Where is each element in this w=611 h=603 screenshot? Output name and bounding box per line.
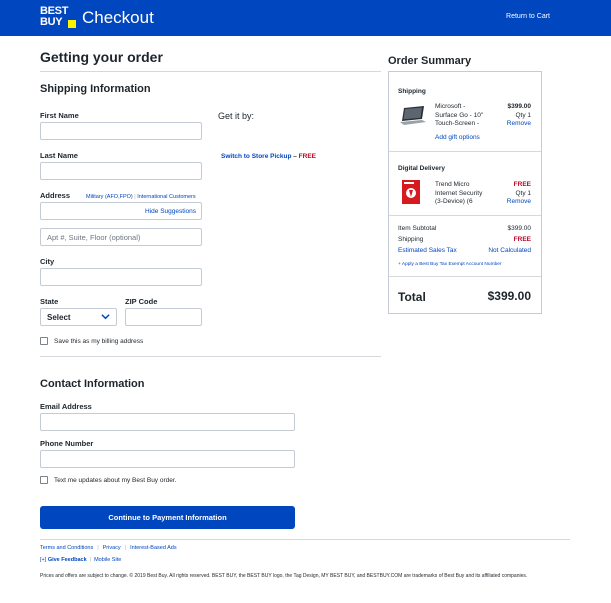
summary-digital-section: Digital Delivery	[398, 165, 445, 172]
apt-suite-placeholder: Apt #, Suite, Floor (optional)	[47, 233, 141, 242]
item1-name[interactable]: Microsoft - Surface Go - 10" Touch-Scree…	[435, 103, 491, 129]
subtotal-label: Item Subtotal	[398, 225, 437, 232]
item2-name-line: (3-Device) (6	[435, 198, 473, 205]
billing-address-checkbox[interactable]	[40, 337, 48, 345]
email-label: Email Address	[40, 402, 92, 411]
last-name-field[interactable]	[40, 162, 202, 180]
total-value: $399.00	[487, 289, 531, 303]
order-summary-panel: Shipping Microsoft - Surface Go - 10" To…	[388, 71, 542, 314]
state-selected-value: Select	[47, 313, 71, 322]
laptop-product-icon	[400, 106, 426, 125]
footer-separator: |	[124, 545, 127, 551]
zip-code-field[interactable]	[125, 308, 202, 326]
get-it-by-label: Get it by:	[218, 111, 255, 121]
item2-price-block: FREE Qty 1 Remove	[507, 181, 531, 207]
zip-code-label: ZIP Code	[125, 297, 158, 306]
pickup-dash: –	[291, 153, 299, 160]
mobile-site-link[interactable]: Mobile Site	[94, 557, 121, 563]
summary-divider	[389, 276, 541, 277]
summary-shipping-section: Shipping	[398, 88, 426, 95]
best-buy-logo[interactable]: BEST BUY	[40, 6, 78, 30]
shipping-cost-label: Shipping	[398, 236, 424, 243]
tax-exempt-link[interactable]: + Apply a Best Buy Tax Exempt Account Nu…	[398, 262, 502, 267]
address-links: Military (AFO,FPO) | International Custo…	[86, 193, 196, 201]
text-updates-checkbox[interactable]	[40, 476, 48, 484]
privacy-link[interactable]: Privacy	[103, 545, 121, 551]
first-name-field[interactable]	[40, 122, 202, 140]
getting-order-heading: Getting your order	[40, 49, 163, 65]
international-customers-link[interactable]: International Customers	[137, 194, 195, 200]
return-to-cart-link[interactable]: Return to Cart	[506, 12, 550, 22]
email-field[interactable]	[40, 413, 295, 431]
item1-qty: Qty 1	[515, 111, 531, 119]
footer-links: Terms and Conditions | Privacy | Interest-Ba…	[40, 545, 177, 551]
item2-name-line: Internet Security	[435, 189, 483, 197]
city-label: City	[40, 257, 55, 266]
logo-tag-icon	[68, 20, 76, 28]
footer-links-secondary: [+] Give Feedback | Mobile Site	[40, 557, 121, 563]
subtotal-row: Item Subtotal $399.00	[398, 225, 531, 234]
text-updates-label: Text me updates about my Best Buy order.	[54, 477, 177, 484]
total-label: Total	[398, 290, 426, 304]
sales-tax-row: Estimated Sales Tax Not Calculated	[398, 247, 531, 256]
section-divider	[40, 71, 381, 72]
item1-price-block: $399.00 Qty 1 Remove	[507, 103, 531, 129]
item1-remove-link[interactable]: Remove	[507, 120, 531, 129]
logo-text-buy: BUY	[40, 16, 63, 28]
interest-ads-link[interactable]: Interest-Based Ads	[130, 545, 176, 551]
footer-separator: |	[89, 557, 92, 563]
item1-price: $399.00	[507, 103, 532, 110]
subtotal-value: $399.00	[507, 225, 532, 232]
contact-info-heading: Contact Information	[40, 378, 145, 390]
add-gift-options-link[interactable]: Add gift options	[435, 134, 480, 141]
shipping-cost-value: FREE	[513, 236, 531, 243]
shipping-info-heading: Shipping Information	[40, 83, 151, 95]
feedback-icon: [+]	[40, 557, 47, 563]
summary-divider	[389, 151, 541, 152]
header-bar: BEST BUY Checkout Return to Cart	[0, 0, 611, 36]
sales-tax-value: Not Calculated	[488, 247, 531, 254]
hide-suggestions-link[interactable]: Hide Suggestions	[145, 208, 196, 216]
item2-name[interactable]: Trend Micro Internet Security (3-Device)…	[435, 181, 491, 207]
address-field[interactable]: Hide Suggestions	[40, 202, 202, 220]
item1-name-line: Microsoft -	[435, 103, 466, 110]
item1-name-line: Touch-Screen -	[435, 120, 480, 127]
chevron-down-icon	[101, 314, 110, 320]
shipping-cost-row: Shipping FREE	[398, 236, 531, 245]
pickup-free-label: FREE	[298, 153, 317, 160]
item2-name-line: Trend Micro	[435, 181, 470, 188]
legal-text: Prices and offers are subject to change.…	[40, 573, 528, 579]
terms-link[interactable]: Terms and Conditions	[40, 545, 93, 551]
item2-remove-link[interactable]: Remove	[507, 198, 531, 207]
state-select[interactable]: Select	[40, 308, 117, 326]
summary-divider	[389, 215, 541, 216]
first-name-label: First Name	[40, 111, 79, 120]
last-name-label: Last Name	[40, 151, 78, 160]
page-title: Checkout	[82, 8, 154, 27]
item1-name-line: Surface Go - 10"	[435, 111, 484, 119]
continue-to-payment-button[interactable]: Continue to Payment Information	[40, 506, 295, 529]
item2-qty: Qty 1	[515, 189, 531, 197]
order-summary-heading: Order Summary	[388, 55, 472, 67]
give-feedback-link[interactable]: Give Feedback	[48, 557, 87, 563]
billing-address-label: Save this as my billing address	[54, 338, 144, 345]
switch-to-store-pickup-link[interactable]: Switch to Store Pickup	[221, 153, 291, 160]
store-pickup-line: Switch to Store Pickup – FREE	[221, 153, 316, 160]
apt-suite-field[interactable]: Apt #, Suite, Floor (optional)	[40, 228, 202, 246]
military-address-link[interactable]: Military (AFO,FPO)	[86, 194, 133, 200]
sales-tax-label[interactable]: Estimated Sales Tax	[398, 247, 457, 254]
footer-divider	[40, 539, 570, 540]
city-field[interactable]	[40, 268, 202, 286]
phone-label: Phone Number	[40, 439, 94, 448]
software-box-icon	[402, 180, 420, 204]
address-label: Address	[40, 191, 71, 200]
state-label: State	[40, 297, 59, 306]
item2-price: FREE	[513, 181, 531, 188]
section-divider	[40, 356, 381, 357]
footer-separator: |	[97, 545, 99, 551]
phone-field[interactable]	[40, 450, 295, 468]
